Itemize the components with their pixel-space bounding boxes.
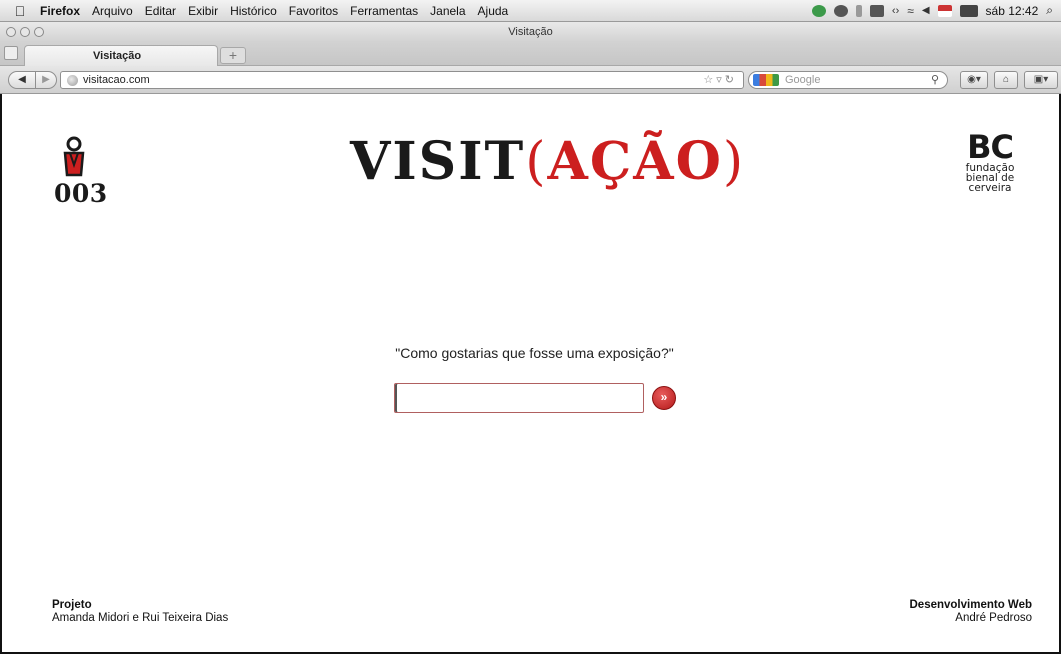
- tab-groups-icon[interactable]: [4, 46, 18, 60]
- bookmark-star-icon[interactable]: ☆: [703, 74, 716, 86]
- tab-visitacao[interactable]: Visitação: [24, 45, 218, 66]
- zoom-window-icon[interactable]: [34, 27, 44, 37]
- title-paren-open: (: [525, 132, 548, 192]
- menu-arquivo[interactable]: Arquivo: [86, 4, 139, 18]
- url-text: visitacao.com: [83, 74, 150, 86]
- partner-line-3: cerveira: [968, 182, 1012, 194]
- home-button[interactable]: ⌂: [994, 71, 1018, 89]
- window-title: Visitação: [508, 26, 553, 38]
- menubar-clock[interactable]: sáb 12:42: [986, 4, 1039, 18]
- menu-app-firefox[interactable]: Firefox: [34, 4, 86, 18]
- web-dev-credits: Desenvolvimento Web André Pedroso: [910, 599, 1033, 625]
- search-bar[interactable]: Google ⚲: [748, 71, 948, 89]
- site-identity-icon[interactable]: [67, 75, 78, 86]
- menu-ferramentas[interactable]: Ferramentas: [344, 4, 424, 18]
- title-accent: AÇÃO: [547, 131, 723, 192]
- bluetooth-icon[interactable]: [855, 4, 862, 17]
- apple-menu-icon[interactable]: : [6, 3, 34, 19]
- visitacao-mark-logo: 003: [54, 135, 134, 215]
- menu-janela[interactable]: Janela: [424, 4, 471, 18]
- badge-number: 003: [54, 179, 108, 208]
- prompt-question: "Como gostarias que fosse uma exposição?…: [395, 345, 674, 361]
- system-menubar:  Firefox Arquivo Editar Exibir Históric…: [0, 0, 1061, 22]
- close-window-icon[interactable]: [6, 27, 16, 37]
- flag-icon[interactable]: [937, 4, 952, 17]
- status-tray: ‹› ≈ ◀ sáb 12:42 ⌕: [811, 3, 1061, 18]
- battery-icon[interactable]: [959, 4, 978, 17]
- partner-logo: BC fundação bienal de cerveira: [940, 131, 1040, 211]
- sync-icon[interactable]: [811, 4, 826, 17]
- title-paren-close: ): [722, 132, 746, 192]
- history-dropdown-icon[interactable]: ▿: [716, 74, 725, 86]
- minimize-window-icon[interactable]: [20, 27, 30, 37]
- figure-icon: [63, 136, 85, 177]
- answer-input[interactable]: [394, 383, 644, 413]
- toolbar-menu-button[interactable]: ▣▾: [1024, 71, 1058, 89]
- navigation-toolbar: ◀ ▶ visitacao.com ☆▿↻ Google ⚲ ◉▾ ⌂ ▣▾: [0, 66, 1061, 94]
- volume-icon[interactable]: ◀: [922, 5, 930, 16]
- addons-button[interactable]: ◉▾: [960, 71, 988, 89]
- menu-editar[interactable]: Editar: [139, 4, 182, 18]
- forward-button[interactable]: ▶: [35, 71, 57, 89]
- submit-button[interactable]: »: [652, 386, 676, 410]
- wifi-icon[interactable]: ≈: [907, 4, 914, 18]
- time-machine-icon[interactable]: [833, 4, 848, 17]
- title-main: VISIT: [350, 131, 526, 192]
- page-content: 003 VISIT(AÇÃO) BC fundação bienal de ce…: [2, 95, 1059, 652]
- credit-left-names: Amanda Midori e Rui Teixeira Dias: [52, 612, 229, 624]
- back-button[interactable]: ◀: [8, 71, 36, 89]
- tab-strip: Visitação +: [0, 42, 1061, 66]
- search-icon[interactable]: ⚲: [931, 73, 939, 86]
- credit-right-names: André Pedroso: [955, 612, 1032, 624]
- menu-favoritos[interactable]: Favoritos: [283, 4, 344, 18]
- project-credits: Projeto Amanda Midori e Rui Teixeira Dia…: [52, 599, 228, 625]
- url-bar[interactable]: visitacao.com ☆▿↻: [60, 71, 744, 89]
- url-actions: ☆▿↻: [703, 73, 737, 86]
- partner-mark: BC: [967, 128, 1014, 166]
- reload-icon[interactable]: ↻: [725, 74, 737, 86]
- code-icon[interactable]: ‹›: [892, 5, 899, 17]
- display-icon[interactable]: [869, 4, 884, 17]
- menu-exibir[interactable]: Exibir: [182, 4, 224, 18]
- credit-left-heading: Projeto: [52, 599, 92, 611]
- window-titlebar: Visitação: [0, 22, 1061, 42]
- site-logo-title: VISIT(AÇÃO): [350, 131, 750, 201]
- search-placeholder: Google: [785, 74, 821, 86]
- spotlight-icon[interactable]: ⌕: [1046, 3, 1053, 18]
- menu-ajuda[interactable]: Ajuda: [472, 4, 515, 18]
- credit-right-heading: Desenvolvimento Web: [909, 599, 1033, 611]
- new-tab-button[interactable]: +: [220, 47, 246, 64]
- tab-label: Visitação: [93, 50, 142, 62]
- menu-historico[interactable]: Histórico: [224, 4, 283, 18]
- search-engine-icon[interactable]: [753, 74, 779, 86]
